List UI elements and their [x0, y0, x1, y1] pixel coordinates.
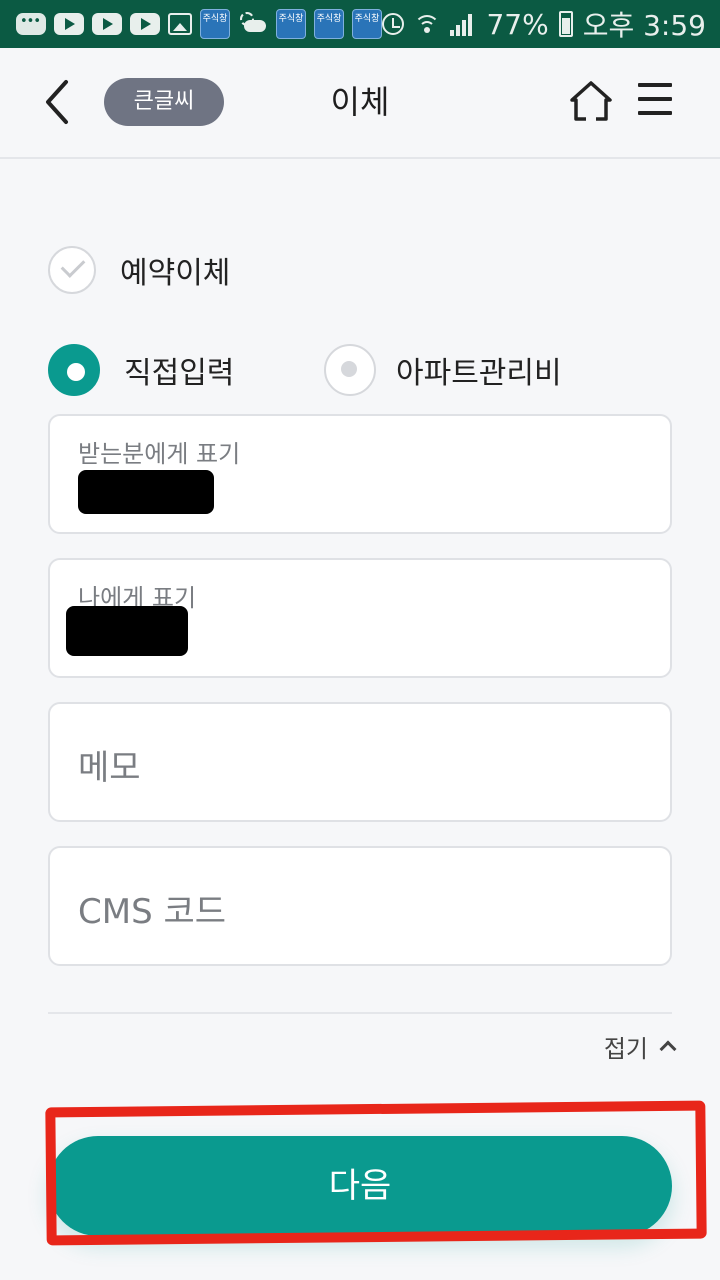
scheduled-transfer-option[interactable]: 예약이체 — [48, 246, 230, 294]
recipient-display-label: 받는분에게 표기 — [78, 440, 241, 468]
memo-placeholder: 메모 — [78, 748, 141, 788]
weather-icon — [238, 12, 268, 36]
gallery-icon — [168, 13, 192, 35]
home-button[interactable] — [568, 78, 614, 124]
menu-button[interactable] — [636, 80, 676, 120]
alarm-icon — [382, 13, 405, 35]
large-text-button[interactable]: 큰글씨 — [104, 78, 224, 126]
status-bar: 주식창 주식창 주식창 주식창 77% 오후 3:59 — [0, 0, 720, 48]
recipient-display-field[interactable]: 받는분에게 표기 — [48, 414, 672, 534]
my-display-field[interactable]: 나에게 표기 — [48, 558, 672, 678]
back-button[interactable] — [36, 74, 84, 130]
memo-field[interactable]: 메모 — [48, 702, 672, 822]
battery-percent: 77% — [486, 7, 549, 41]
next-button[interactable]: 다음 — [48, 1136, 672, 1236]
stock-app-icon: 주식창 — [276, 9, 306, 39]
youtube-icon — [130, 13, 160, 35]
menu-icon-bar — [638, 83, 672, 87]
scheduled-transfer-checkbox[interactable] — [48, 246, 96, 294]
home-icon — [570, 81, 612, 121]
apartment-fee-radio[interactable] — [324, 344, 376, 396]
chevron-up-icon — [659, 1040, 677, 1058]
redacted-value — [66, 606, 188, 656]
app-header: 큰글씨 이체 — [0, 48, 720, 159]
collapse-button[interactable]: 접기 — [603, 1026, 677, 1066]
scheduled-transfer-label: 예약이체 — [120, 256, 231, 291]
wifi-icon — [414, 13, 441, 35]
chevron-left-icon — [46, 80, 68, 124]
direct-input-radio[interactable] — [48, 344, 100, 396]
redacted-value — [78, 470, 214, 514]
collapse-label: 접기 — [603, 1034, 648, 1063]
battery-icon — [558, 11, 573, 37]
menu-icon-bar — [638, 111, 672, 115]
stock-app-icon: 주식창 — [200, 9, 230, 39]
youtube-icon — [54, 13, 84, 35]
status-indicators: 77% 오후 3:59 — [382, 0, 706, 48]
cms-code-placeholder: CMS 코드 — [78, 892, 227, 932]
youtube-icon — [92, 13, 122, 35]
divider — [48, 1012, 672, 1014]
direct-input-label: 직접입력 — [124, 356, 235, 391]
stock-app-icon: 주식창 — [314, 9, 344, 39]
stock-app-icon: 주식창 — [352, 9, 382, 39]
signal-icon — [450, 12, 476, 36]
menu-icon-bar — [638, 97, 672, 101]
direct-input-option[interactable]: 직접입력 — [48, 344, 234, 396]
clock: 오후 3:59 — [582, 9, 706, 42]
apartment-fee-option[interactable]: 아파트관리비 — [324, 344, 562, 396]
notification-icons: 주식창 주식창 주식창 주식창 — [16, 8, 382, 40]
apartment-fee-label: 아파트관리비 — [396, 356, 562, 391]
chat-icon — [16, 13, 46, 35]
check-icon — [60, 253, 86, 278]
cms-code-field[interactable]: CMS 코드 — [48, 846, 672, 966]
